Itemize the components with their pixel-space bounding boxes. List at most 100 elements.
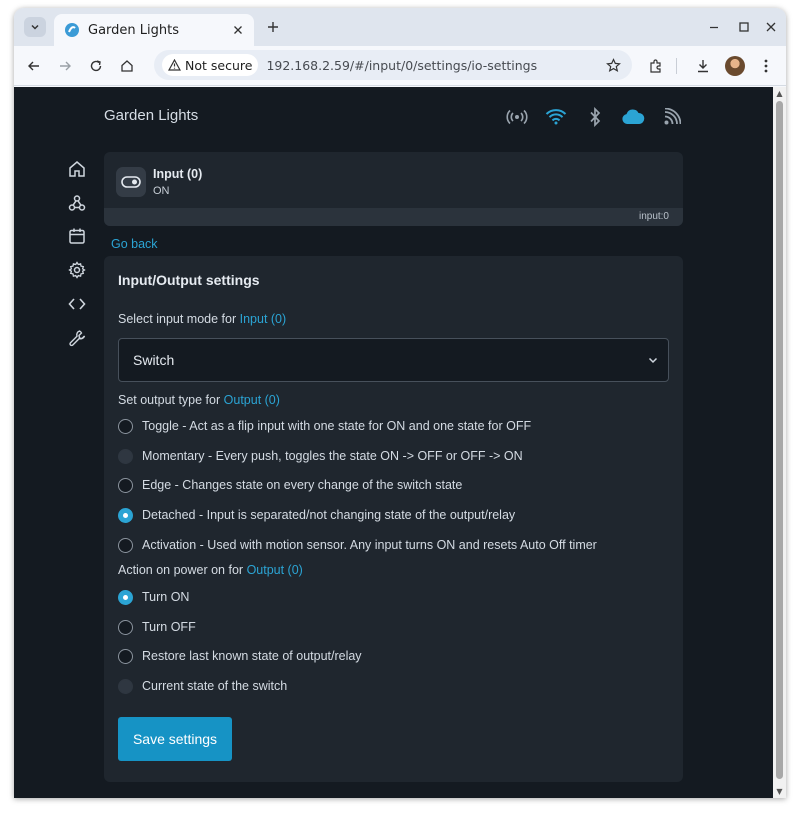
cloud-icon[interactable]: [621, 105, 645, 129]
radio-button[interactable]: [118, 448, 133, 464]
power-on-option-turn-off[interactable]: Turn OFF: [118, 617, 196, 637]
power-on-label-text: Action on power on for: [118, 563, 244, 577]
page-scrollbar[interactable]: ▲ ▼: [773, 87, 786, 798]
radio-label: Turn ON: [142, 590, 190, 604]
wrench-icon: [69, 330, 86, 347]
output-type-option-activation[interactable]: Activation - Used with motion sensor. An…: [118, 535, 597, 555]
arrow-left-icon: [28, 61, 39, 71]
close-window-button[interactable]: [760, 16, 782, 38]
rss-icon[interactable]: [660, 105, 684, 129]
web-page: Garden Lights Input (0) ON input:0 Go ba…: [14, 87, 786, 798]
plus-icon: [268, 22, 278, 32]
output-type-option-detached[interactable]: Detached - Input is separated/not changi…: [118, 505, 515, 525]
radio-label: Turn OFF: [142, 620, 196, 634]
reload-button[interactable]: [82, 52, 110, 80]
tab-garden-lights[interactable]: Garden Lights: [54, 14, 254, 46]
power-on-option-current-switch[interactable]: Current state of the switch: [118, 676, 287, 696]
output-type-option-momentary[interactable]: Momentary - Every push, toggles the stat…: [118, 446, 523, 466]
input-card[interactable]: Input (0) ON input:0: [104, 152, 683, 226]
arrow-right-icon: [60, 61, 71, 71]
radio-label: Toggle - Act as a flip input with one st…: [142, 419, 532, 433]
address-bar[interactable]: Not secure 192.168.2.59/#/input/0/settin…: [154, 50, 632, 80]
sidebar-item-settings[interactable]: [66, 259, 88, 281]
minimize-button[interactable]: [703, 16, 725, 38]
input-mode-value: Switch: [133, 352, 175, 368]
extensions-button[interactable]: [642, 52, 670, 80]
radio-button-checked[interactable]: [118, 589, 133, 605]
home-button[interactable]: [113, 52, 141, 80]
output-link[interactable]: Output (0): [224, 393, 280, 407]
settings-title: Input/Output settings: [118, 272, 260, 288]
sidebar-item-webhooks[interactable]: [66, 192, 88, 214]
new-tab-button[interactable]: [262, 16, 284, 38]
power-on-option-restore[interactable]: Restore last known state of output/relay: [118, 646, 362, 666]
input-state: ON: [153, 185, 170, 197]
browser-window: Garden Lights Not secure 192.168.2.59/#/…: [14, 8, 786, 798]
radio-label: Detached - Input is separated/not changi…: [142, 508, 516, 522]
radio-button[interactable]: [118, 619, 133, 635]
radio-button[interactable]: [118, 477, 133, 493]
radio-button[interactable]: [118, 648, 133, 664]
radio-label: Current state of the switch: [142, 679, 288, 693]
more-vertical-icon: [764, 59, 768, 73]
site-favicon-icon: [65, 23, 79, 37]
radio-button-checked[interactable]: [118, 507, 133, 523]
radio-button[interactable]: [118, 678, 133, 694]
minimize-icon: [710, 26, 718, 29]
bluetooth-icon[interactable]: [583, 105, 607, 129]
toggle-switch-icon: [116, 167, 146, 197]
input-mode-label-text: Select input mode for: [118, 312, 237, 326]
tab-title: Garden Lights: [88, 22, 179, 38]
browser-menu-button[interactable]: [752, 52, 780, 80]
tab-close-icon[interactable]: [228, 20, 248, 40]
downloads-button[interactable]: [689, 52, 717, 80]
wifi-icon[interactable]: [544, 105, 568, 129]
maximize-button[interactable]: [733, 16, 755, 38]
sidebar-item-tools[interactable]: [66, 327, 88, 349]
go-back-link[interactable]: Go back: [111, 237, 158, 251]
reload-icon: [90, 60, 102, 72]
tab-search-button[interactable]: [24, 17, 46, 37]
output-type-option-edge[interactable]: Edge - Changes state on every change of …: [118, 475, 462, 495]
forward-button[interactable]: [51, 52, 79, 80]
input-link[interactable]: Input (0): [240, 312, 287, 326]
puzzle-icon: [650, 59, 661, 73]
scroll-up-arrow-icon[interactable]: ▲: [775, 89, 784, 98]
home-icon: [69, 161, 85, 177]
chevron-down-icon: [638, 357, 668, 364]
output-type-option-toggle[interactable]: Toggle - Act as a flip input with one st…: [118, 416, 531, 436]
calendar-icon: [69, 228, 85, 244]
save-settings-button[interactable]: Save settings: [118, 717, 232, 761]
sidebar-item-home[interactable]: [66, 158, 88, 180]
security-label: Not secure: [185, 57, 253, 73]
sidebar-item-scripts[interactable]: [66, 293, 88, 315]
broadcast-icon[interactable]: [505, 105, 529, 129]
webhook-icon: [68, 195, 86, 211]
radio-button[interactable]: [118, 418, 133, 434]
security-indicator[interactable]: Not secure: [162, 54, 259, 76]
radio-label: Momentary - Every push, toggles the stat…: [142, 449, 523, 463]
back-button[interactable]: [20, 52, 48, 80]
io-settings-card: Input/Output settings Select input mode …: [104, 256, 683, 782]
maximize-icon: [739, 22, 749, 32]
url-text[interactable]: 192.168.2.59/#/input/0/settings/io-setti…: [266, 58, 600, 73]
sidebar-item-schedules[interactable]: [66, 225, 88, 247]
output-link[interactable]: Output (0): [247, 563, 303, 577]
input-mode-select[interactable]: Switch: [118, 338, 669, 382]
scrollbar-thumb[interactable]: [776, 101, 783, 779]
profile-avatar[interactable]: [725, 56, 745, 76]
radio-label: Edge - Changes state on every change of …: [142, 478, 463, 492]
input-mode-label: Select input mode for Input (0): [118, 312, 286, 326]
warning-icon: [168, 59, 181, 71]
bookmark-star-icon[interactable]: [600, 52, 626, 78]
toolbar-divider: [676, 58, 677, 74]
home-icon: [121, 60, 133, 72]
browser-toolbar: Not secure 192.168.2.59/#/input/0/settin…: [14, 46, 786, 86]
radio-label: Restore last known state of output/relay: [142, 649, 362, 663]
tab-strip: Garden Lights: [14, 8, 786, 46]
input-id-label: input:0: [638, 211, 669, 222]
radio-label: Activation - Used with motion sensor. An…: [142, 538, 597, 552]
scroll-down-arrow-icon[interactable]: ▼: [775, 787, 784, 796]
radio-button[interactable]: [118, 537, 133, 553]
power-on-option-turn-on[interactable]: Turn ON: [118, 587, 189, 607]
